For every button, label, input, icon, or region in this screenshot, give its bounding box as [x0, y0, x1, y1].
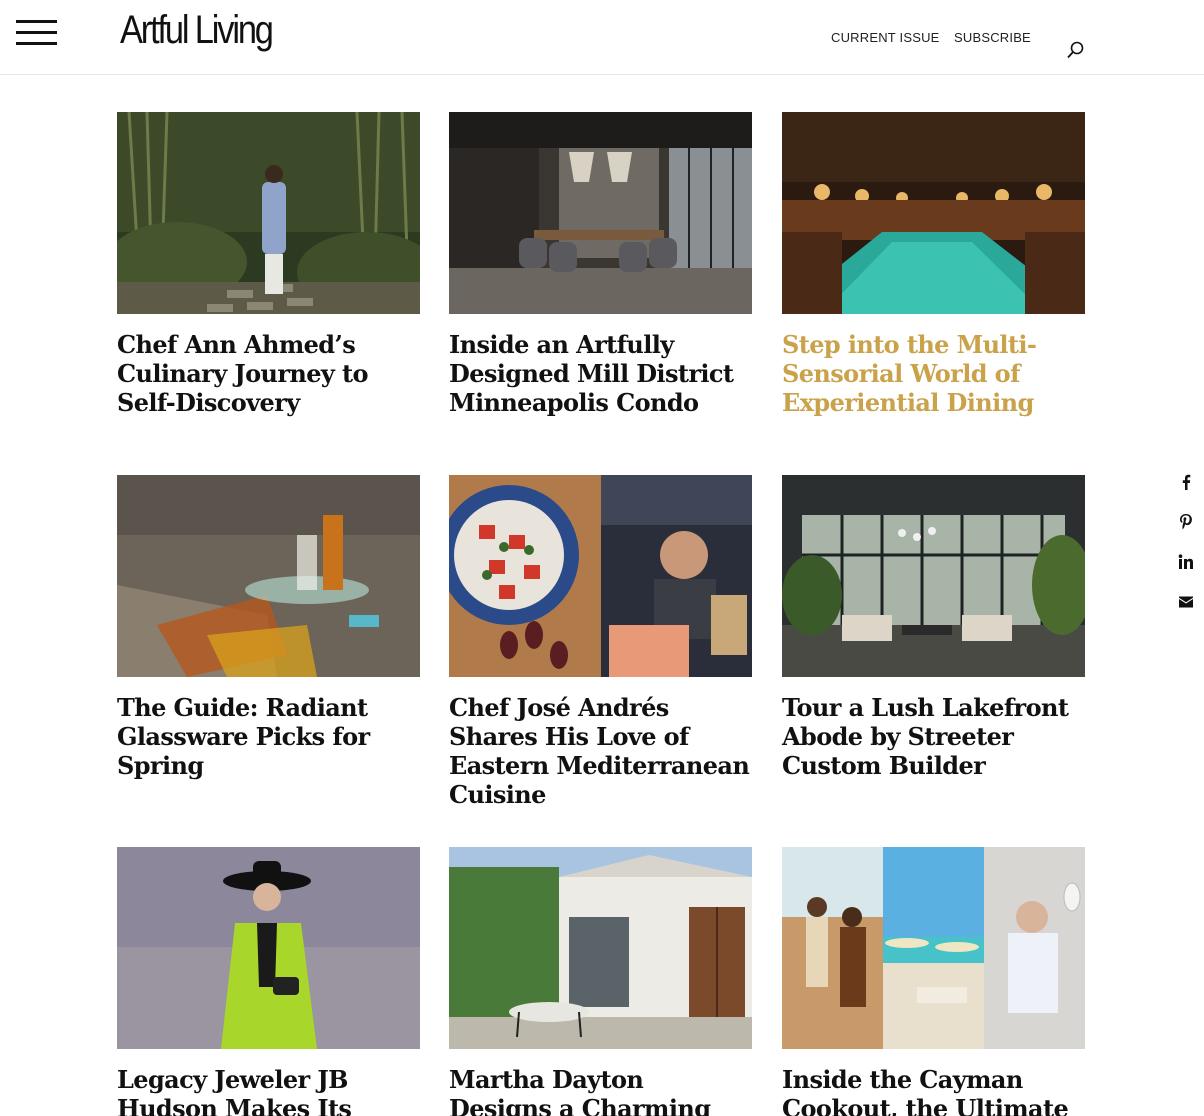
article-image[interactable]	[782, 475, 1085, 677]
article-card[interactable]: Chef José Andrés Shares His Love of East…	[449, 475, 752, 809]
indoor-pool-restaurant-image	[782, 112, 1085, 314]
article-image[interactable]	[782, 112, 1085, 314]
article-title[interactable]: Chef Ann Ahmed’s Culinary Journey to Sel…	[117, 330, 420, 417]
linkedin-icon[interactable]	[1176, 552, 1196, 572]
pinterest-icon[interactable]	[1176, 512, 1196, 532]
glass-side-table-image	[117, 475, 420, 677]
salad-and-chef-at-market-image	[449, 475, 752, 677]
woman-in-green-coat-image	[117, 847, 420, 1049]
search-icon[interactable]	[1066, 41, 1084, 59]
facebook-icon[interactable]	[1176, 472, 1196, 492]
article-title[interactable]: Inside the Cayman Cookout, the Ultimate	[782, 1065, 1085, 1116]
site-logo[interactable]: Artful Living	[120, 8, 274, 53]
article-card[interactable]: Tour a Lush Lakefront Abode by Streeter …	[782, 475, 1085, 780]
article-card[interactable]: Legacy Jeweler JB Hudson Makes Its	[117, 847, 420, 1116]
article-image[interactable]	[117, 847, 420, 1049]
article-image[interactable]	[449, 112, 752, 314]
condo-dining-room-image	[449, 112, 752, 314]
email-icon[interactable]	[1176, 592, 1196, 612]
menu-icon[interactable]	[16, 20, 58, 46]
article-card[interactable]: Martha Dayton Designs a Charming Los	[449, 847, 752, 1116]
article-image[interactable]	[449, 847, 752, 1049]
courtyard-with-door-image	[449, 847, 752, 1049]
article-title[interactable]: Chef José Andrés Shares His Love of East…	[449, 693, 752, 809]
chef-in-garden-image	[117, 112, 420, 314]
article-card[interactable]: Inside the Cayman Cookout, the Ultimate	[782, 847, 1085, 1116]
article-title[interactable]: Step into the Multi-Sensorial World of E…	[782, 330, 1085, 417]
nav-current-issue[interactable]: CURRENT ISSUE	[831, 30, 940, 45]
article-title[interactable]: Martha Dayton Designs a Charming Los	[449, 1065, 752, 1116]
article-image[interactable]	[782, 847, 1085, 1049]
article-image[interactable]	[449, 475, 752, 677]
sunroom-with-plants-image	[782, 475, 1085, 677]
article-card[interactable]: The Guide: Radiant Glassware Picks for S…	[117, 475, 420, 780]
social-share	[1176, 472, 1196, 632]
article-card[interactable]: Step into the Multi-Sensorial World of E…	[782, 112, 1085, 417]
article-title[interactable]: Legacy Jeweler JB Hudson Makes Its	[117, 1065, 420, 1116]
article-card[interactable]: Inside an Artfully Designed Mill Distric…	[449, 112, 752, 417]
site-header: Artful Living CURRENT ISSUE SUBSCRIBE	[0, 0, 1204, 75]
cayman-collage-image	[782, 847, 1085, 1049]
article-card[interactable]: Chef Ann Ahmed’s Culinary Journey to Sel…	[117, 112, 420, 417]
article-image[interactable]	[117, 475, 420, 677]
article-title[interactable]: The Guide: Radiant Glassware Picks for S…	[117, 693, 420, 780]
article-title[interactable]: Inside an Artfully Designed Mill Distric…	[449, 330, 752, 417]
article-image[interactable]	[117, 112, 420, 314]
nav-subscribe[interactable]: SUBSCRIBE	[954, 30, 1031, 45]
article-title[interactable]: Tour a Lush Lakefront Abode by Streeter …	[782, 693, 1085, 780]
